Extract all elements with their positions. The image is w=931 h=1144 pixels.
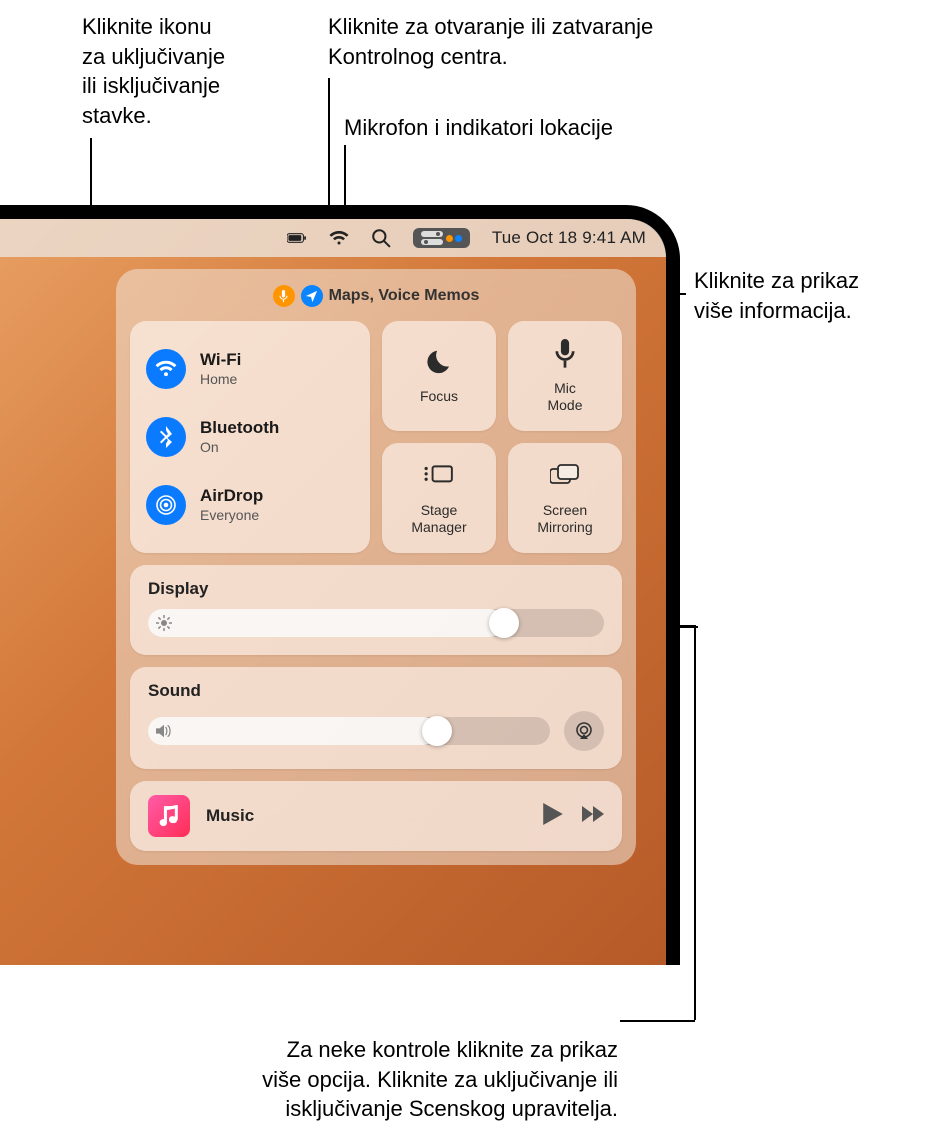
screen-mirroring-label: Screen Mirroring xyxy=(537,502,592,534)
mic-mode-icon xyxy=(550,339,580,374)
sound-card[interactable]: Sound xyxy=(130,667,622,769)
sun-icon xyxy=(156,615,172,631)
device-frame: Tue Oct 18 9:41 AM Maps, Voice Memos Wi xyxy=(0,205,680,965)
airdrop-status: Everyone xyxy=(200,507,263,524)
focus-tile[interactable]: Focus xyxy=(382,321,496,431)
brightness-slider[interactable] xyxy=(148,609,604,637)
control-center-menubar-button[interactable] xyxy=(413,228,470,248)
stage-manager-label: Stage Manager xyxy=(411,502,466,534)
callout-more-info: Kliknite za prikaz više informacija. xyxy=(694,266,859,325)
display-card[interactable]: Display xyxy=(130,565,622,655)
airdrop-toggle-icon[interactable] xyxy=(146,485,186,525)
bluetooth-row[interactable]: Bluetooth On xyxy=(146,417,354,457)
leader-cc-v xyxy=(328,78,330,218)
mic-mode-tile[interactable]: Mic Mode xyxy=(508,321,622,431)
music-note-icon xyxy=(158,805,180,827)
location-indicator-dot xyxy=(455,235,462,242)
wifi-title: Wi-Fi xyxy=(200,350,241,370)
mic-indicator-dot xyxy=(446,235,453,242)
wifi-toggle-icon[interactable] xyxy=(146,349,186,389)
focus-label: Focus xyxy=(420,388,458,404)
airplay-audio-button[interactable] xyxy=(564,711,604,751)
bluetooth-title: Bluetooth xyxy=(200,418,279,438)
bracket-partial-bot xyxy=(620,1020,695,1022)
sound-title: Sound xyxy=(148,681,604,701)
callout-more-options: Za neke kontrole kliknite za prikaz više… xyxy=(198,1035,618,1124)
control-center-panel: Maps, Voice Memos Wi-Fi Home xyxy=(116,269,636,865)
airdrop-title: AirDrop xyxy=(200,486,263,506)
music-artwork xyxy=(148,795,190,837)
bluetooth-toggle-icon[interactable] xyxy=(146,417,186,457)
volume-slider[interactable] xyxy=(148,717,550,745)
connectivity-card: Wi-Fi Home Bluetooth On xyxy=(130,321,370,553)
mic-icon xyxy=(273,285,295,307)
callout-mic-location-indicators: Mikrofon i indikatori lokacije xyxy=(344,113,613,143)
menubar: Tue Oct 18 9:41 AM xyxy=(0,219,666,257)
callout-open-close-cc: Kliknite za otvaranje ili zatvaranje Kon… xyxy=(328,12,653,71)
location-icon xyxy=(301,285,323,307)
airplay-icon xyxy=(574,721,594,741)
privacy-apps-label: Maps, Voice Memos xyxy=(329,287,480,305)
now-playing-card[interactable]: Music xyxy=(130,781,622,851)
screen-mirroring-tile[interactable]: Screen Mirroring xyxy=(508,443,622,553)
battery-icon xyxy=(287,230,307,246)
menubar-datetime[interactable]: Tue Oct 18 9:41 AM xyxy=(492,228,646,248)
privacy-status-pill[interactable]: Maps, Voice Memos xyxy=(273,285,480,307)
bracket-partial-v xyxy=(694,625,696,1020)
display-title: Display xyxy=(148,579,604,599)
now-playing-title: Music xyxy=(206,806,526,826)
next-track-button[interactable] xyxy=(582,803,604,830)
airdrop-row[interactable]: AirDrop Everyone xyxy=(146,485,354,525)
mic-mode-label: Mic Mode xyxy=(547,380,582,412)
stage-manager-tile[interactable]: Stage Manager xyxy=(382,443,496,553)
play-button[interactable] xyxy=(542,803,564,830)
wifi-row[interactable]: Wi-Fi Home xyxy=(146,349,354,389)
spotlight-icon[interactable] xyxy=(371,230,391,246)
speaker-icon xyxy=(156,723,172,739)
bluetooth-status: On xyxy=(200,439,279,456)
moon-icon xyxy=(424,347,454,382)
screen-mirroring-icon xyxy=(550,461,580,496)
wifi-icon xyxy=(329,230,349,246)
stage-manager-icon xyxy=(424,461,454,496)
wifi-status: Home xyxy=(200,371,241,388)
callout-toggle-item: Kliknite ikonu za uključivanje ili isklj… xyxy=(82,12,225,131)
